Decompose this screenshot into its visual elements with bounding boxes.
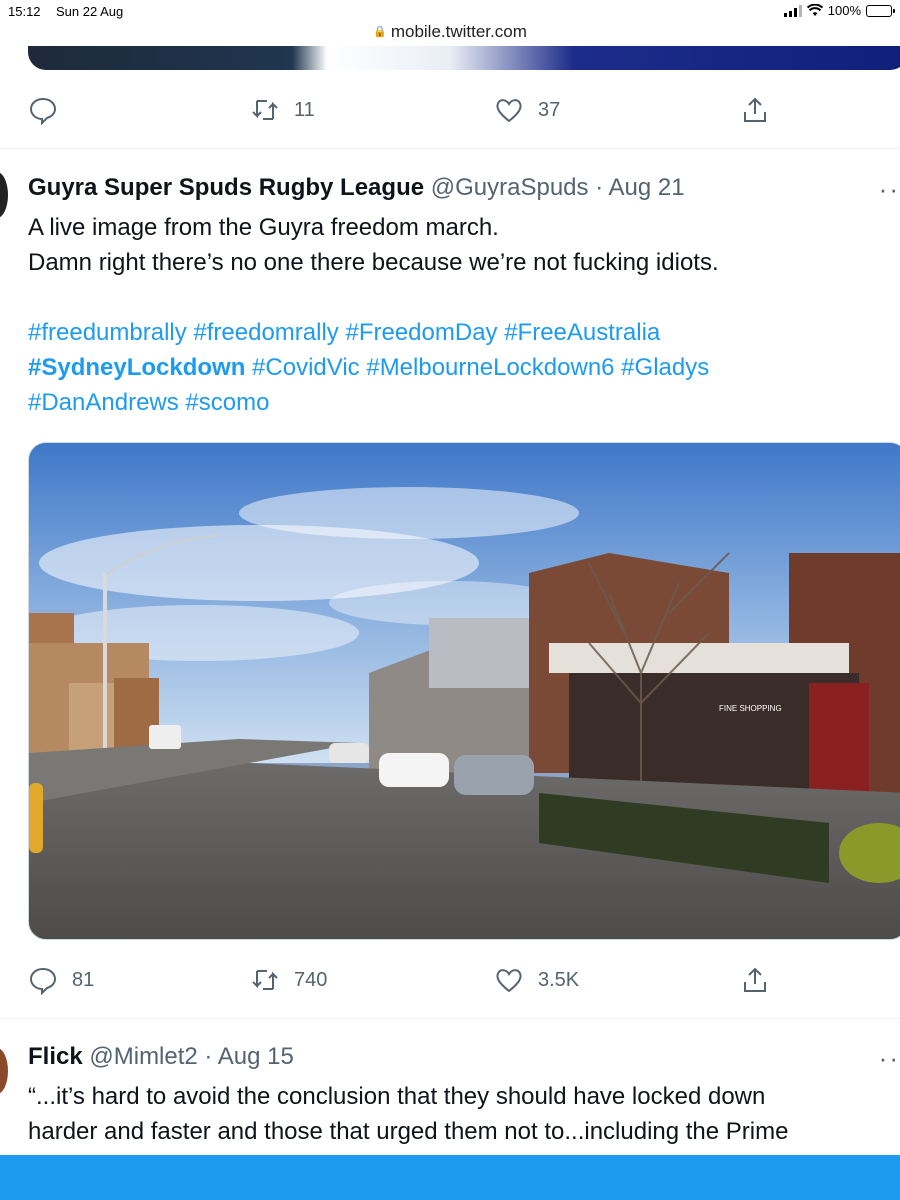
retweet-count: 11	[294, 98, 315, 121]
share-button[interactable]	[740, 95, 770, 125]
tweet-divider	[0, 1018, 900, 1019]
wifi-icon	[806, 4, 823, 16]
tweet-text-line: A live image from the Guyra freedom marc…	[28, 214, 499, 241]
like-count: 37	[538, 98, 561, 121]
tweet-header: Flick @Mimlet2 · Aug 15	[28, 1043, 294, 1071]
status-time: 15:12	[8, 4, 41, 19]
retweet-icon	[252, 100, 278, 120]
header-separator: ·	[595, 174, 604, 201]
heart-icon	[496, 99, 522, 123]
url-bar[interactable]: 🔒 mobile.twitter.com	[0, 22, 900, 42]
author-name[interactable]: Guyra Super Spuds Rugby League	[28, 174, 424, 201]
tweet-header: Guyra Super Spuds Rugby League @GuyraSpu…	[28, 174, 685, 202]
share-icon	[744, 967, 766, 992]
status-date: Sun 22 Aug	[56, 4, 124, 19]
hashtag-line: #SydneyLockdown #CovidVic #MelbourneLock…	[28, 350, 709, 385]
street-scene-image: FINE SHOPPING	[29, 443, 900, 939]
avatar[interactable]	[0, 1048, 8, 1094]
reply-icon	[29, 97, 57, 125]
tweet-text: “...it’s hard to avoid the conclusion th…	[28, 1079, 788, 1149]
like-button[interactable]: 37	[494, 95, 560, 125]
status-bar: 15:12 Sun 22 Aug 100%	[0, 0, 900, 24]
author-handle[interactable]: @Mimlet2	[89, 1043, 197, 1070]
tweet-date[interactable]: Aug 21	[609, 174, 685, 201]
share-icon	[744, 97, 766, 122]
shop-sign: FINE SHOPPING	[719, 704, 782, 713]
reply-button[interactable]	[28, 95, 72, 125]
bottom-banner[interactable]	[0, 1155, 900, 1200]
more-options-icon[interactable]: ··	[879, 1043, 900, 1074]
lock-icon: 🔒	[373, 26, 387, 38]
tweet-text-line: Damn right there’s no one there because …	[28, 249, 719, 276]
author-handle[interactable]: @GuyraSpuds	[431, 174, 589, 201]
reply-icon	[29, 967, 57, 995]
previous-tweet-actions: 11 37	[28, 90, 788, 130]
avatar[interactable]	[0, 172, 8, 218]
tweet-divider	[0, 148, 900, 149]
status-indicators: 100%	[783, 3, 895, 18]
hashtag-bold[interactable]: #SydneyLockdown	[28, 354, 245, 381]
retweet-button[interactable]: 11	[250, 95, 315, 125]
previous-tweet-image[interactable]	[28, 46, 900, 70]
share-button[interactable]	[740, 965, 770, 995]
tweet-text: A live image from the Guyra freedom marc…	[28, 210, 719, 280]
tweet-hashtags: #freedumbrally #freedomrally #FreedomDay…	[28, 315, 709, 420]
tweet-photo[interactable]: FINE SHOPPING	[28, 442, 900, 940]
hashtag-line-rest[interactable]: #CovidVic #MelbourneLockdown6 #Gladys	[245, 354, 709, 381]
tweet-actions: 81 740 3.5K	[28, 960, 788, 1000]
reply-count: 81	[72, 968, 95, 991]
hashtag-line[interactable]: #freedumbrally #freedomrally #FreedomDay…	[28, 315, 709, 350]
tweet-date[interactable]: Aug 15	[218, 1043, 294, 1070]
retweet-button[interactable]: 740	[250, 965, 327, 995]
retweet-icon	[252, 970, 278, 990]
cellular-signal-icon	[783, 4, 802, 17]
url-text: mobile.twitter.com	[390, 22, 527, 41]
retweet-count: 740	[294, 968, 328, 991]
tweet-text-line: “...it’s hard to avoid the conclusion th…	[28, 1083, 766, 1110]
hashtag-line[interactable]: #DanAndrews #scomo	[28, 385, 709, 420]
tweet-text-line: harder and faster and those that urged t…	[28, 1118, 789, 1145]
reply-button[interactable]: 81	[28, 965, 94, 995]
like-button[interactable]: 3.5K	[494, 965, 579, 995]
author-name[interactable]: Flick	[28, 1043, 83, 1070]
heart-icon	[496, 969, 522, 993]
battery-icon	[866, 4, 895, 17]
like-count: 3.5K	[538, 968, 580, 991]
battery-percent: 100%	[827, 3, 861, 18]
header-separator: ·	[204, 1043, 213, 1070]
more-options-icon[interactable]: ··	[879, 174, 900, 205]
